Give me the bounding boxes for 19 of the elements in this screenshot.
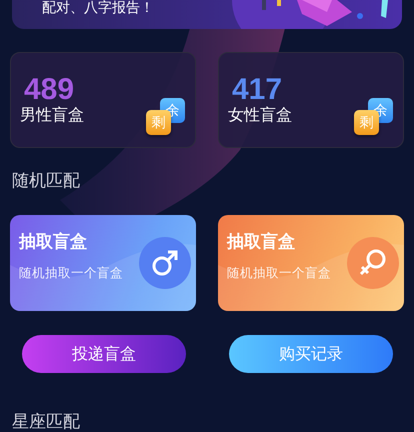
card-title: 抽取盲盒 (227, 231, 296, 253)
male-symbol-icon (150, 248, 180, 278)
stock-badge: 剩 (354, 110, 379, 135)
section-title: 星座匹配 (11, 411, 81, 432)
stock-label: 男性盲盒 (20, 105, 84, 125)
stock-label: 女性盲盒 (228, 105, 292, 125)
card-subtitle: 随机抽取一个盲盒 (19, 265, 124, 281)
banner-text: 配对、八字报告！ (42, 0, 154, 16)
stock-count: 417 (231, 75, 284, 105)
card-subtitle: 随机抽取一个盲盒 (227, 265, 332, 281)
stock-badge: 剩 (146, 110, 171, 135)
card-title: 抽取盲盒 (19, 231, 88, 253)
draw-box-card[interactable]: 抽取盲盒 随机抽取一个盲盒 (218, 215, 404, 311)
action-button[interactable]: 投递盲盒 (22, 335, 186, 373)
section-title: 随机匹配 (11, 170, 81, 192)
action-button[interactable]: 购买记录 (229, 335, 393, 373)
stock-count: 489 (23, 75, 76, 105)
draw-box-card[interactable]: 抽取盲盒 随机抽取一个盲盒 (10, 215, 196, 311)
banner[interactable]: 配对、八字报告！ (12, 0, 402, 29)
